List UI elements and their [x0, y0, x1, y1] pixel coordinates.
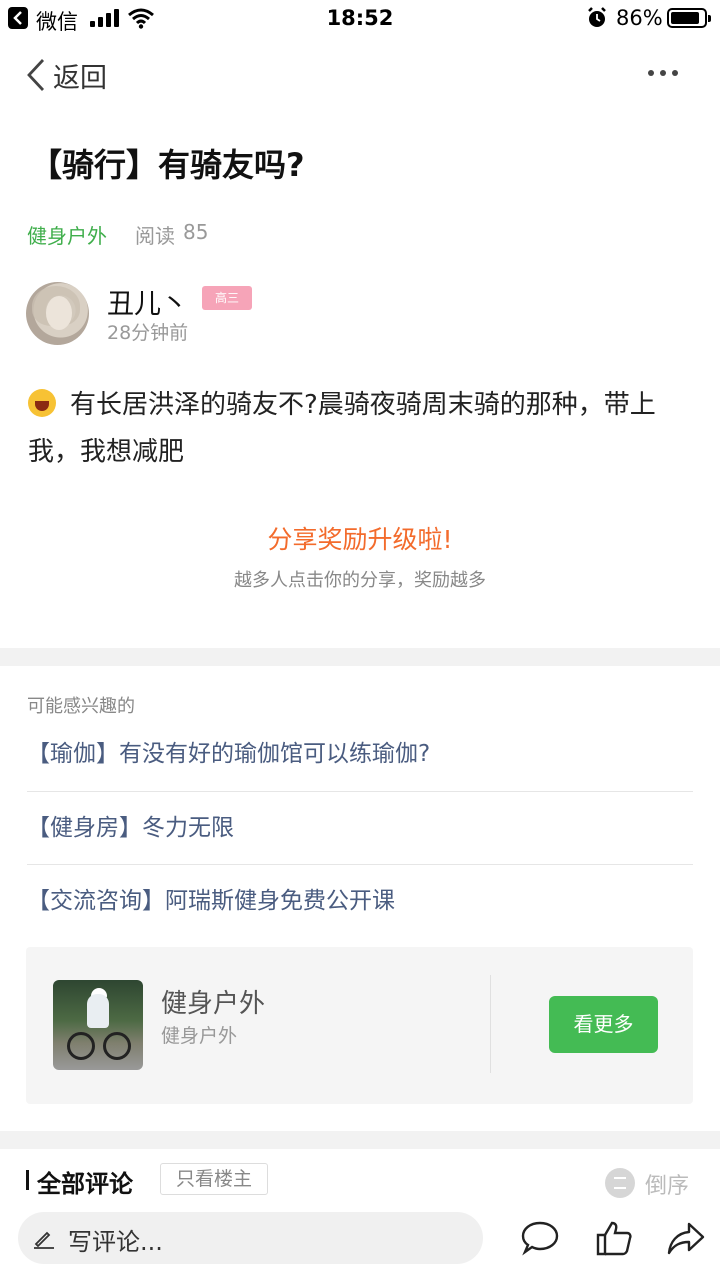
back-label: 返回 [53, 63, 107, 94]
alarm-icon [588, 7, 606, 27]
status-bar: 微信 18:52 86% [0, 0, 720, 38]
chevron-left-icon [27, 59, 45, 91]
share-reward-title[interactable]: 分享奖励升级啦! [0, 520, 720, 556]
group-subtitle: 健身户外 [161, 1025, 238, 1047]
related-item[interactable]: 【交流咨询】阿瑞斯健身免费公开课 [27, 865, 693, 938]
more-dots-icon[interactable] [646, 62, 680, 82]
divider [490, 975, 491, 1073]
comments-title: 全部评论 [37, 1170, 133, 1198]
section-divider [0, 648, 720, 666]
group-thumbnail [53, 980, 143, 1070]
share-reward-subtitle: 越多人点击你的分享，奖励越多 [234, 570, 486, 591]
group-card[interactable]: 健身户外 健身户外 看更多 [26, 947, 693, 1104]
section-divider [0, 1131, 720, 1149]
post-body-text: 有长居洪泽的骑友不?晨骑夜骑周末骑的那种，带上我，我想减肥 [28, 390, 656, 467]
author-name[interactable]: 丑儿丶 [107, 282, 188, 321]
battery-icon [667, 8, 711, 28]
battery-percent: 86% [616, 6, 663, 30]
sort-icon [605, 1168, 635, 1198]
laughing-emoji-icon [28, 389, 56, 417]
share-icon[interactable] [666, 1218, 706, 1258]
read-count: 85 [183, 220, 209, 244]
like-icon[interactable] [594, 1218, 634, 1258]
post-time: 28分钟前 [107, 322, 189, 344]
read-label: 阅读 [135, 224, 175, 248]
post-body: 有长居洪泽的骑友不?晨骑夜骑周末骑的那种，带上我，我想减肥 [28, 382, 700, 476]
see-more-button[interactable]: 看更多 [549, 996, 658, 1053]
reverse-order-label: 倒序 [645, 1174, 690, 1199]
post-category[interactable]: 健身户外 [27, 220, 107, 249]
related-item[interactable]: 【健身房】冬力无限 [27, 792, 693, 865]
pencil-icon [34, 1231, 54, 1249]
related-heading: 可能感兴趣的 [27, 696, 135, 717]
only-host-button[interactable]: 只看楼主 [160, 1163, 268, 1195]
comments-marker [26, 1170, 29, 1190]
comment-input[interactable]: 写评论... [18, 1212, 483, 1264]
group-name: 健身户外 [161, 989, 266, 1019]
avatar[interactable] [26, 282, 89, 345]
post-title: 【骑行】有骑友吗? [30, 146, 305, 184]
grade-badge: 高三 [202, 286, 252, 310]
comment-placeholder: 写评论... [68, 1228, 163, 1256]
related-item[interactable]: 【瑜伽】有没有好的瑜伽馆可以练瑜伽? [27, 718, 693, 791]
battery-fill [671, 12, 699, 24]
comment-icon[interactable] [520, 1218, 560, 1258]
clock: 18:52 [326, 6, 394, 30]
